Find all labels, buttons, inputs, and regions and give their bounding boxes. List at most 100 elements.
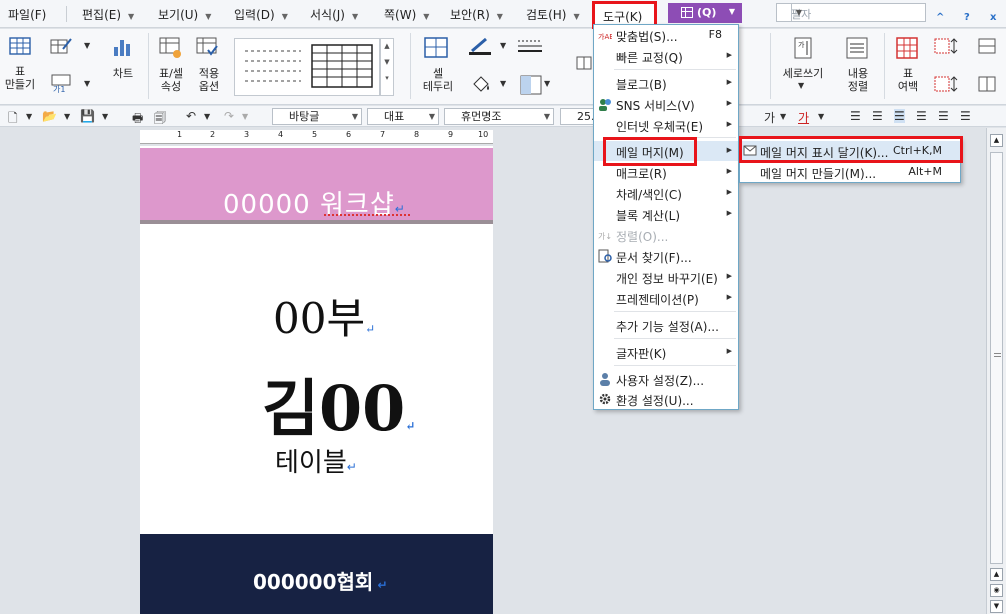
chevron-down-icon[interactable]: ▼ bbox=[818, 112, 824, 121]
undo-icon[interactable]: ↶ bbox=[186, 109, 196, 123]
apply-options-button[interactable]: 적용 옵션 bbox=[190, 67, 228, 93]
chevron-down-icon[interactable]: ▼ bbox=[102, 112, 108, 121]
menu-page[interactable]: 쪽(W) ▼ bbox=[384, 6, 429, 23]
font-color-icon[interactable]: 가 bbox=[798, 109, 809, 126]
line-style-icon[interactable] bbox=[516, 37, 544, 55]
align-left-icon[interactable]: ☰ bbox=[872, 109, 883, 123]
table-context-tab[interactable]: (Q) ▼ bbox=[668, 3, 742, 23]
chevron-down-icon[interactable]: ▼ bbox=[544, 79, 550, 88]
table-label-text[interactable]: 테이블↵ bbox=[275, 442, 357, 479]
align-center-icon[interactable]: ☰ bbox=[894, 109, 905, 123]
text-box-icon[interactable]: 가1 bbox=[50, 73, 74, 93]
cell-border-button[interactable]: 셀 테두리 bbox=[416, 67, 460, 93]
merge-icon[interactable] bbox=[576, 55, 594, 71]
svg-text:가: 가 bbox=[798, 40, 805, 49]
cell-size-icon[interactable] bbox=[978, 37, 1002, 55]
style-select[interactable]: 바탕글 ▼ bbox=[272, 108, 362, 125]
language-select[interactable]: 대표 ▼ bbox=[367, 108, 439, 125]
strikethrough-icon[interactable]: 가 bbox=[764, 109, 775, 126]
menu-view[interactable]: 보기(U) ▼ bbox=[158, 6, 211, 23]
chevron-down-icon[interactable]: ▼ bbox=[500, 79, 506, 88]
content-align-button[interactable]: 내용 정렬 bbox=[838, 67, 878, 93]
menu-item-keyboard[interactable]: 글자판(K) ▶ bbox=[594, 342, 738, 362]
menu-item-mail-merge-create[interactable]: 메일 머지 만들기(M)... Alt+M bbox=[740, 162, 960, 182]
menu-item-addons[interactable]: 추가 기능 설정(A)... bbox=[594, 315, 738, 335]
menu-item-privacy[interactable]: 개인 정보 바꾸기(E) ▶ bbox=[594, 267, 738, 287]
menu-item-presentation[interactable]: 프레젠테이션(P) ▶ bbox=[594, 288, 738, 308]
align-right-icon[interactable]: ☰ bbox=[916, 109, 927, 123]
scroll-up-arrow[interactable]: ▲ bbox=[990, 134, 1003, 147]
chevron-down-icon[interactable]: ▼ bbox=[242, 112, 248, 121]
scroll-thumb[interactable] bbox=[990, 152, 1003, 564]
new-document-icon[interactable]: 🗋 bbox=[8, 109, 18, 130]
menu-item-internet-post[interactable]: 인터넷 우체국(E) ▶ bbox=[594, 115, 738, 135]
cell-equal-icon[interactable] bbox=[978, 75, 1002, 93]
vertical-scrollbar[interactable]: ▲ ▲ ◉ ▼ bbox=[986, 128, 1006, 614]
menu-insert[interactable]: 입력(D) ▼ bbox=[234, 6, 288, 23]
align-distribute-icon[interactable]: ☰ bbox=[938, 109, 949, 123]
fill-bucket-icon[interactable] bbox=[470, 75, 494, 95]
next-page-icon[interactable]: ▼ bbox=[990, 600, 1003, 613]
menu-item-toc-index[interactable]: 차례/색인(C) ▶ bbox=[594, 183, 738, 203]
menu-item-quick-correct[interactable]: 빠른 교정(Q) ▶ bbox=[594, 46, 738, 66]
save-icon[interactable]: 💾 bbox=[80, 109, 95, 123]
menu-item-user-settings[interactable]: 사용자 설정(Z)... bbox=[594, 369, 738, 389]
chevron-down-icon[interactable]: ▼ bbox=[204, 112, 210, 121]
align-justify-icon[interactable]: ☰ bbox=[850, 109, 861, 123]
chevron-down-icon[interactable]: ▼ bbox=[64, 112, 70, 121]
menu-item-sns[interactable]: SNS 서비스(V) ▶ bbox=[594, 94, 738, 114]
table-edit-icon[interactable] bbox=[50, 37, 72, 55]
table-tab-label: (Q) bbox=[697, 6, 717, 19]
font-size-select[interactable]: 25.0 bbox=[560, 108, 602, 125]
menu-item-spellcheck[interactable]: 가ABC 맞춤법(S)...F8 bbox=[594, 25, 738, 45]
gallery-scroll[interactable]: ▲ ▼ ▾ bbox=[380, 38, 394, 96]
ribbon-collapse-icon[interactable]: ^ bbox=[936, 12, 944, 23]
prev-page-icon[interactable]: ▲ bbox=[990, 568, 1003, 581]
ruler-label: 9 bbox=[448, 130, 454, 139]
table-margin-button[interactable]: 표 여백 bbox=[888, 67, 928, 93]
cell-split-icon[interactable] bbox=[520, 75, 542, 95]
menu-review[interactable]: 검토(H) ▼ bbox=[526, 6, 580, 23]
preview-icon[interactable]: 🗐 bbox=[154, 109, 166, 130]
chevron-down-icon[interactable]: ▼ bbox=[780, 112, 786, 121]
close-icon[interactable]: x bbox=[990, 12, 996, 23]
vertical-write-button[interactable]: 세로쓰기 bbox=[778, 67, 828, 80]
menu-file[interactable]: 파일(F) bbox=[8, 6, 46, 23]
page-select-icon[interactable]: ◉ bbox=[990, 584, 1003, 597]
menu-separator bbox=[614, 338, 736, 339]
cell-properties-button[interactable]: 표/셀 속성 bbox=[152, 67, 190, 93]
help-icon[interactable]: ? bbox=[964, 12, 970, 23]
find-input[interactable]: 필자 ▼ bbox=[776, 3, 926, 22]
col-width-icon[interactable] bbox=[934, 75, 960, 93]
menu-edit[interactable]: 편집(E) ▼ bbox=[82, 6, 134, 23]
document-page[interactable]: 00000 워크샵↵ 00부↵ 김00↵ 테이블↵ 000000협회 ↵ bbox=[140, 146, 493, 614]
name-text[interactable]: 김00↵ bbox=[262, 358, 415, 448]
chevron-down-icon[interactable]: ▼ bbox=[84, 79, 90, 88]
menu-format[interactable]: 서식(J) ▼ bbox=[310, 6, 358, 23]
svg-text:가1: 가1 bbox=[53, 85, 65, 93]
menu-item-find-document[interactable]: 문서 찾기(F)... bbox=[594, 246, 738, 266]
redo-icon[interactable]: ↷ bbox=[224, 109, 234, 123]
chevron-down-icon[interactable]: ▼ bbox=[798, 81, 804, 90]
horizontal-ruler[interactable]: 1 2 3 4 5 6 7 8 9 10 bbox=[140, 130, 493, 144]
footer-text[interactable]: 000000협회 ↵ bbox=[253, 566, 388, 595]
menu-item-preferences[interactable]: 환경 설정(U)... bbox=[594, 389, 738, 409]
table-make-button[interactable]: 표 만들기 bbox=[0, 65, 40, 91]
menu-item-block-calc[interactable]: 블록 계산(L) ▶ bbox=[594, 204, 738, 224]
print-icon[interactable]: 🖶 bbox=[132, 109, 143, 130]
align-divide-icon[interactable]: ☰ bbox=[960, 109, 971, 123]
font-select[interactable]: 휴먼명조 ▼ bbox=[444, 108, 554, 125]
menu-security[interactable]: 보안(R) ▼ bbox=[450, 6, 503, 23]
row-height-icon[interactable] bbox=[934, 37, 960, 55]
menu-item-sort[interactable]: 가↓ 정렬(O)... bbox=[594, 225, 738, 245]
chart-button[interactable]: 차트 bbox=[105, 67, 141, 80]
chevron-down-icon[interactable]: ▼ bbox=[791, 4, 806, 21]
chevron-down-icon[interactable]: ▼ bbox=[84, 41, 90, 50]
pen-color-icon[interactable] bbox=[468, 37, 492, 55]
department-text[interactable]: 00부↵ bbox=[273, 285, 375, 346]
table-style-gallery[interactable] bbox=[234, 38, 380, 96]
chevron-down-icon[interactable]: ▼ bbox=[500, 41, 506, 50]
open-folder-icon[interactable]: 📂 bbox=[42, 109, 57, 123]
chevron-down-icon[interactable]: ▼ bbox=[26, 112, 32, 121]
menu-item-blog[interactable]: 블로그(B) ▶ bbox=[594, 73, 738, 93]
